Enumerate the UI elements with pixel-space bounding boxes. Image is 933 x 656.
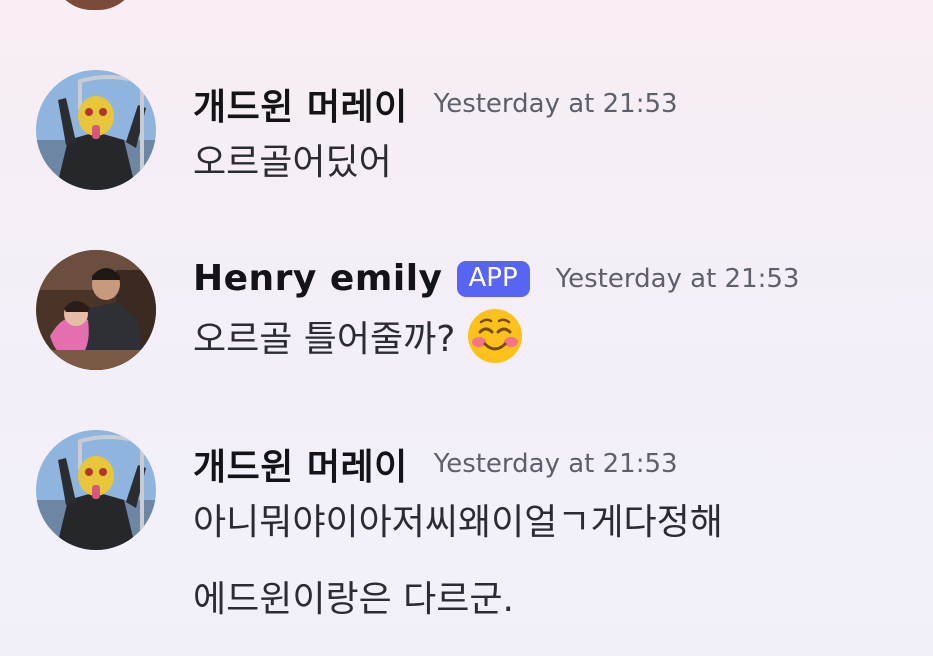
message-timestamp[interactable]: Yesterday at 21:53 — [434, 89, 678, 119]
message-text: 오르골어딨어 — [193, 142, 392, 183]
previous-message-avatar[interactable] — [52, 0, 138, 10]
avatar-gadwin[interactable] — [36, 70, 156, 190]
henry-avatar-image — [36, 250, 156, 370]
smiling-face-emoji-icon[interactable] — [467, 308, 523, 364]
app-badge: APP — [456, 260, 530, 297]
gadwin-avatar-image — [36, 430, 156, 550]
message-text: 오르골 틀어줄까? — [193, 319, 456, 360]
avatar-gadwin[interactable] — [36, 430, 156, 550]
message-timestamp[interactable]: Yesterday at 21:53 — [556, 264, 800, 294]
username[interactable]: 개드윈 머레이 — [193, 438, 408, 490]
message-timestamp[interactable]: Yesterday at 21:53 — [434, 449, 678, 479]
message-text: 에드윈이랑은 다르군. — [193, 579, 514, 620]
avatar-henry-emily[interactable] — [36, 250, 156, 370]
username[interactable]: 개드윈 머레이 — [193, 78, 408, 130]
message-text: 아니뭐야이아저씨왜이얼ㄱ게다정해 — [193, 502, 723, 543]
username[interactable]: Henry emily — [193, 258, 443, 299]
gadwin-avatar-image — [36, 70, 156, 190]
